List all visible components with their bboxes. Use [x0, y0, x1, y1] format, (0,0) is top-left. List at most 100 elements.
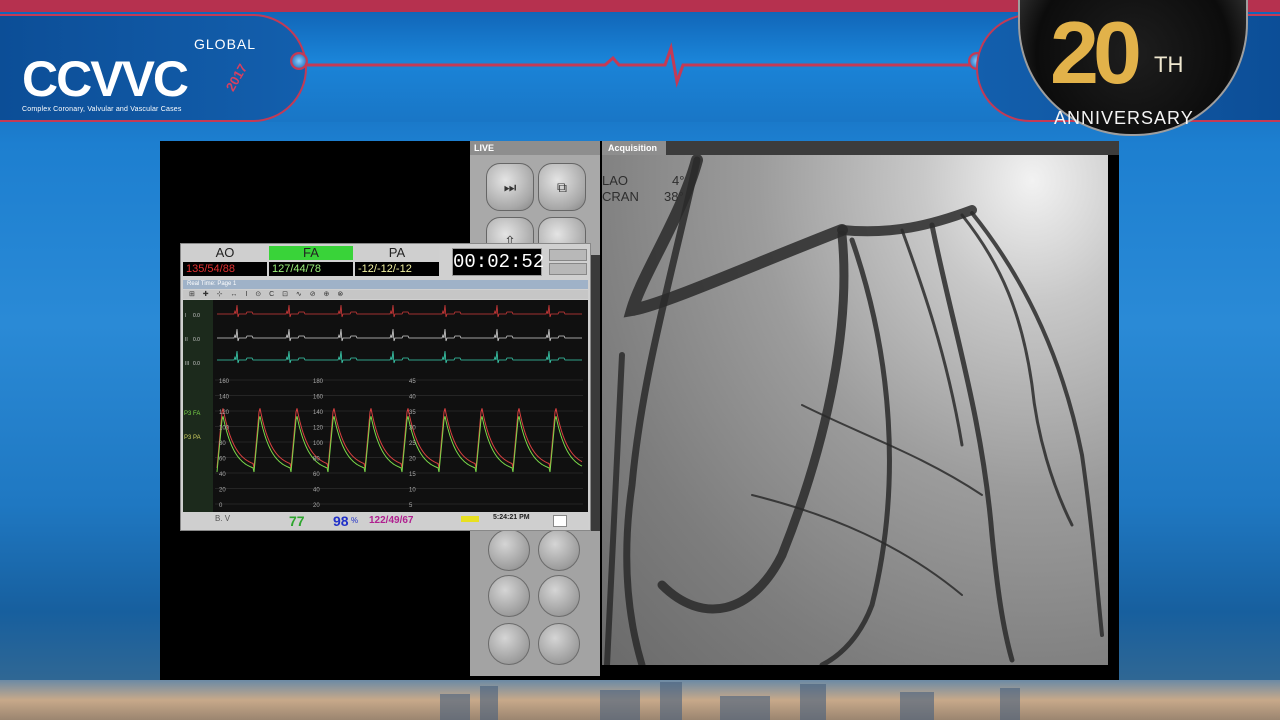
scale-right-tick: 40	[409, 395, 416, 401]
arterial-pressure-trace	[216, 408, 583, 469]
ecg-trace-3	[217, 350, 582, 364]
cran-value: 38°	[664, 189, 684, 204]
heart-rate-value: 77	[289, 513, 305, 529]
lead-value: 0.0	[193, 337, 200, 343]
vessel-path	[900, 228, 964, 447]
lead-value: 0.0	[193, 361, 200, 367]
scale-left-tick: 100	[219, 426, 230, 432]
vessel-path	[801, 404, 983, 496]
scale-right-tick: 45	[409, 379, 416, 385]
channel-ao: AO 135/54/88	[183, 246, 267, 276]
scale-right-tick: 20	[409, 457, 416, 463]
channel-pa-value: -12/-12/-12	[355, 262, 439, 276]
ecg-decoration-icon	[305, 42, 985, 88]
scale-mid-tick: 20	[313, 503, 320, 509]
replay-button[interactable]: ⏭	[486, 163, 534, 211]
femoral-pressure-trace	[216, 416, 583, 473]
conference-logo: CCVVC GLOBAL 2017 Complex Coronary, Valv…	[0, 14, 307, 122]
scale-mid-tick: 80	[313, 457, 320, 463]
angiogram-image: LAO 4° CRAN 38°	[602, 155, 1108, 665]
monitor-button-2[interactable]	[549, 263, 587, 275]
anniversary-word: ANNIVERSARY	[1054, 108, 1194, 128]
vessel-path	[819, 237, 892, 665]
scale-right-tick: 10	[409, 488, 416, 494]
procedure-timer: 00:02:52	[452, 248, 544, 276]
scale-left-tick: 120	[219, 410, 230, 416]
control-button-6[interactable]	[538, 623, 580, 665]
vessel-path	[929, 222, 1015, 663]
vessel-path	[623, 155, 848, 318]
conference-banner: CCVVC GLOBAL 2017 Complex Coronary, Valv…	[0, 0, 1280, 136]
trace-label-strip	[183, 300, 213, 512]
acquisition-tab-bar	[666, 141, 1119, 155]
swap-icon: ⧉	[557, 178, 567, 195]
spo2-unit: %	[351, 516, 359, 525]
swap-view-button[interactable]: ⧉	[538, 163, 586, 211]
monitor-settings-button[interactable]	[553, 515, 567, 527]
control-button-5[interactable]	[488, 623, 530, 665]
vessel-path	[960, 213, 1074, 527]
coronary-vessels-icon	[604, 155, 1104, 665]
channel-pa-label: PA	[355, 246, 439, 260]
control-panel-bottom	[470, 529, 600, 676]
ecg-trace-2	[217, 328, 582, 342]
channel-fa: FA 127/44/78	[269, 246, 353, 276]
hemodynamic-monitor: AO 135/54/88 FA 127/44/78 PA -12/-12/-12…	[180, 243, 591, 531]
bv-label: B. V	[215, 514, 231, 523]
scale-left-tick: 80	[219, 441, 226, 447]
scale-mid-tick: 40	[313, 488, 320, 494]
lead-label: I	[185, 313, 186, 319]
scale-mid-tick: 160	[313, 395, 324, 401]
channel-ao-label: AO	[183, 246, 267, 260]
monitor-button-1[interactable]	[549, 249, 587, 261]
monitor-toolbar[interactable]: ⊞ ✚ ⊹ ↔ I ⊙ C ⊡ ∿ ⊘ ⊕ ⊗	[183, 290, 588, 299]
channel-fa-label: FA	[269, 246, 353, 260]
spo2-value: 98	[333, 513, 349, 529]
channel-fa-value: 127/44/78	[269, 262, 353, 276]
scale-right-tick: 35	[409, 410, 416, 416]
control-button-1[interactable]	[488, 529, 530, 571]
monitor-page-title: Real Time: Page 1	[183, 280, 588, 289]
anniversary-suffix: TH	[1154, 52, 1184, 77]
lead-label: III	[185, 361, 189, 367]
anniversary-number: 20	[1050, 3, 1142, 102]
alarm-indicator	[461, 516, 479, 522]
control-button-3[interactable]	[488, 575, 530, 617]
acquisition-tab[interactable]: Acquisition	[602, 141, 666, 155]
trace-label-fa: P3 FA	[184, 411, 200, 417]
cran-label: CRAN	[602, 189, 639, 204]
control-button-4[interactable]	[538, 575, 580, 617]
trace-label-pa: P3 PA	[184, 435, 201, 441]
scale-right-tick: 15	[409, 472, 416, 478]
waveform-area: 160 140 120 100 80 60 40 20 0 180 160 140 120 100 80 60…	[183, 300, 588, 512]
scale-right-tick: 30	[409, 426, 416, 432]
scale-left-tick: 160	[219, 379, 230, 385]
scale-mid-tick: 60	[313, 472, 320, 478]
vessel-path	[604, 352, 625, 665]
logo-global: GLOBAL	[194, 36, 257, 52]
scale-mid-tick: 120	[313, 426, 324, 432]
clock-value: 5:24:21 PM	[493, 514, 530, 521]
logo-subtitle: Complex Coronary, Valvular and Vascular …	[22, 106, 182, 113]
lead-value: 0.0	[193, 313, 200, 319]
control-panel-top: ⏭ ⧉ ⇧	[470, 155, 600, 265]
city-skyline	[0, 680, 1280, 720]
vessel-path	[837, 205, 977, 237]
scale-mid-tick: 140	[313, 410, 324, 416]
lao-value: 4°	[672, 173, 685, 188]
scale-right-tick: 25	[409, 441, 416, 447]
lead-label: II	[185, 337, 188, 343]
scale-left-tick: 140	[219, 395, 230, 401]
scale-mid-tick: 100	[313, 441, 324, 447]
ecg-trace-1	[217, 304, 582, 318]
nibp-value: 122/49/67	[369, 515, 414, 526]
channel-ao-value: 135/54/88	[183, 262, 267, 276]
live-label: LIVE	[470, 141, 600, 155]
logo-text: CCVVC	[22, 51, 189, 107]
control-button-2[interactable]	[538, 529, 580, 571]
monitor-vitals-bar: B. V 77 98 % 122/49/67 5:24:21 PM	[183, 513, 588, 529]
scale-left-tick: 60	[219, 457, 226, 463]
scale-left-tick: 20	[219, 488, 226, 494]
lao-label: LAO	[602, 173, 629, 188]
waveform-chart: 1601401201008060402001801601401201008060…	[183, 300, 583, 512]
